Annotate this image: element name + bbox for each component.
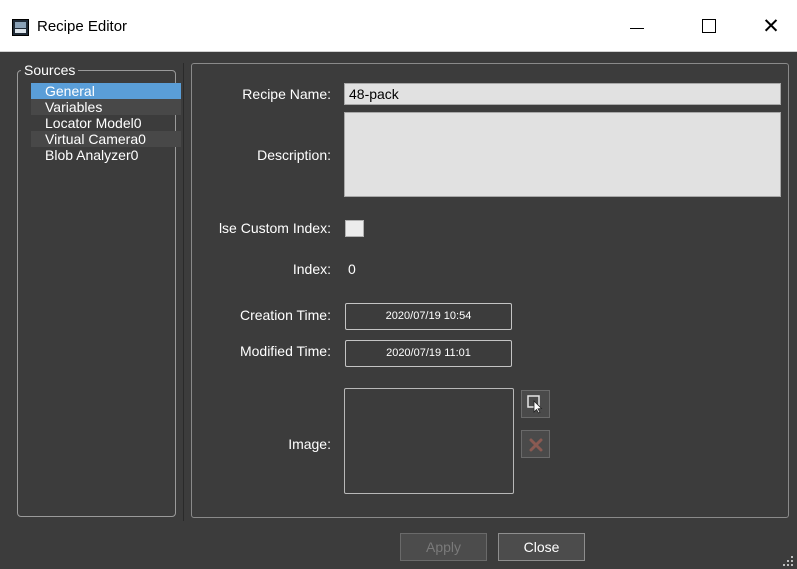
select-image-icon xyxy=(527,395,543,414)
minimize-icon xyxy=(630,27,644,29)
image-preview xyxy=(344,388,514,494)
resize-grip[interactable] xyxy=(783,556,793,566)
sources-group: Sources General Variables Locator Model0… xyxy=(17,63,181,517)
source-item-locator-model[interactable]: Locator Model0 xyxy=(31,115,181,131)
modified-time-value: 2020/07/19 11:01 xyxy=(345,340,512,367)
window-title: Recipe Editor xyxy=(37,18,128,35)
description-label: Description: xyxy=(257,147,331,163)
sources-legend: Sources xyxy=(21,63,79,78)
close-button[interactable]: Close xyxy=(498,533,585,561)
recipe-name-label: Recipe Name: xyxy=(242,86,331,102)
index-label: Index: xyxy=(292,261,331,277)
close-window-button[interactable]: ✕ xyxy=(748,0,794,52)
description-input[interactable] xyxy=(344,112,781,197)
creation-time-label: Creation Time: xyxy=(239,307,331,323)
maximize-icon xyxy=(702,19,716,33)
splitter[interactable] xyxy=(183,63,184,521)
close-icon: ✕ xyxy=(762,14,780,38)
minimize-button[interactable] xyxy=(614,0,660,52)
title-bar: Recipe Editor ✕ xyxy=(0,0,797,52)
modified-time-label: Modified Time: xyxy=(239,343,331,359)
source-item-variables[interactable]: Variables xyxy=(31,99,181,115)
use-custom-index-checkbox[interactable] xyxy=(345,220,364,237)
select-image-button[interactable] xyxy=(521,390,550,418)
image-label: Image: xyxy=(288,436,331,452)
delete-image-icon xyxy=(529,438,543,452)
creation-time-value: 2020/07/19 10:54 xyxy=(345,303,512,330)
source-item-virtual-camera[interactable]: Virtual Camera0 xyxy=(31,131,181,147)
maximize-button[interactable] xyxy=(686,0,732,52)
source-item-general[interactable]: General xyxy=(31,83,181,99)
use-custom-index-label: lse Custom Index: xyxy=(218,220,331,236)
sources-list: General Variables Locator Model0 Virtual… xyxy=(31,83,181,163)
delete-image-button[interactable] xyxy=(521,430,550,458)
index-value: 0 xyxy=(348,261,356,277)
recipe-name-input[interactable]: 48-pack xyxy=(344,83,781,105)
source-item-blob-analyzer[interactable]: Blob Analyzer0 xyxy=(31,147,181,163)
app-icon xyxy=(12,19,29,36)
apply-button[interactable]: Apply xyxy=(400,533,487,561)
